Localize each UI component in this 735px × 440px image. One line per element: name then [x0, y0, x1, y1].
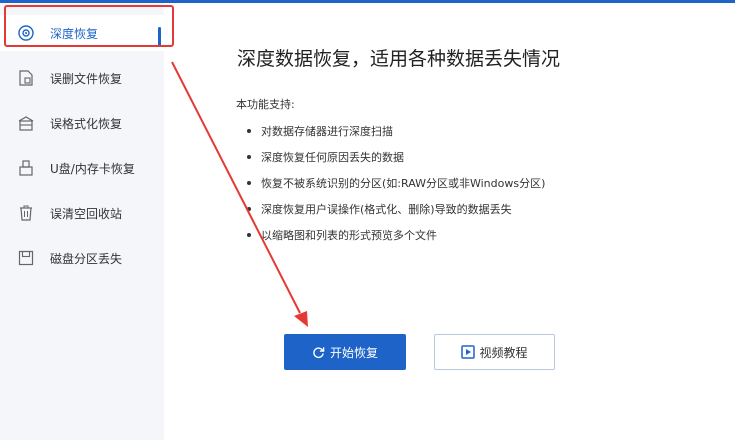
scan-target-icon [17, 24, 35, 42]
page-title: 深度数据恢复，适用各种数据丢失情况 [237, 48, 561, 70]
sidebar-item-label: U盘/内存卡恢复 [50, 161, 135, 176]
play-video-icon [461, 345, 476, 359]
sidebar-item-label: 磁盘分区丢失 [50, 251, 123, 266]
sidebar-item-deleted-file-recovery[interactable]: 误删文件恢复 [0, 60, 164, 96]
disk-partition-icon [17, 249, 35, 267]
sidebar-item-label: 误清空回收站 [50, 206, 123, 221]
start-recovery-button[interactable]: 开始恢复 [284, 334, 406, 370]
sidebar-item-usb-recovery[interactable]: U盘/内存卡恢复 [0, 150, 164, 186]
feature-item: 对数据存储器进行深度扫描 [247, 118, 545, 144]
bullet-icon [247, 181, 251, 185]
deleted-file-icon [17, 69, 35, 87]
feature-text: 以缩略图和列表的形式预览多个文件 [261, 229, 437, 242]
video-tutorial-label: 视频教程 [479, 345, 528, 360]
sidebar-item-deep-recovery[interactable]: 深度恢复 [0, 15, 164, 51]
video-tutorial-button[interactable]: 视频教程 [434, 334, 555, 370]
sidebar-item-label: 误格式化恢复 [50, 116, 123, 131]
feature-text: 深度恢复任何原因丢失的数据 [261, 151, 404, 164]
feature-text: 深度恢复用户误操作(格式化、删除)导致的数据丢失 [261, 203, 512, 216]
sidebar-item-format-recovery[interactable]: 误格式化恢复 [0, 105, 164, 141]
sidebar-item-label: 误删文件恢复 [50, 71, 123, 86]
feature-list: 对数据存储器进行深度扫描 深度恢复任何原因丢失的数据 恢复不被系统识别的分区(如… [247, 118, 545, 248]
start-recovery-label: 开始恢复 [329, 345, 378, 360]
feature-item: 恢复不被系统识别的分区(如:RAW分区或非Windows分区) [247, 170, 545, 196]
feature-item: 深度恢复任何原因丢失的数据 [247, 144, 545, 170]
active-indicator [158, 27, 161, 47]
format-drive-icon [17, 114, 35, 132]
feature-text: 对数据存储器进行深度扫描 [261, 125, 393, 138]
sidebar-item-label: 深度恢复 [50, 26, 99, 41]
bullet-icon [247, 207, 251, 211]
recycle-bin-icon [17, 204, 35, 222]
bullet-icon [247, 129, 251, 133]
feature-item: 以缩略图和列表的形式预览多个文件 [247, 222, 545, 248]
sidebar-item-recycle-bin-recovery[interactable]: 误清空回收站 [0, 195, 164, 231]
bullet-icon [247, 155, 251, 159]
feature-item: 深度恢复用户误操作(格式化、删除)导致的数据丢失 [247, 196, 545, 222]
sidebar: 深度恢复 误删文件恢复 误格式化恢复 U盘/内存卡恢复 误清空回收站 磁盘分区丢… [0, 3, 164, 440]
usb-drive-icon [17, 159, 35, 177]
refresh-icon [312, 345, 326, 359]
feature-support-label: 本功能支持: [236, 98, 295, 111]
sidebar-item-partition-recovery[interactable]: 磁盘分区丢失 [0, 240, 164, 276]
bullet-icon [247, 233, 251, 237]
feature-text: 恢复不被系统识别的分区(如:RAW分区或非Windows分区) [261, 177, 546, 190]
